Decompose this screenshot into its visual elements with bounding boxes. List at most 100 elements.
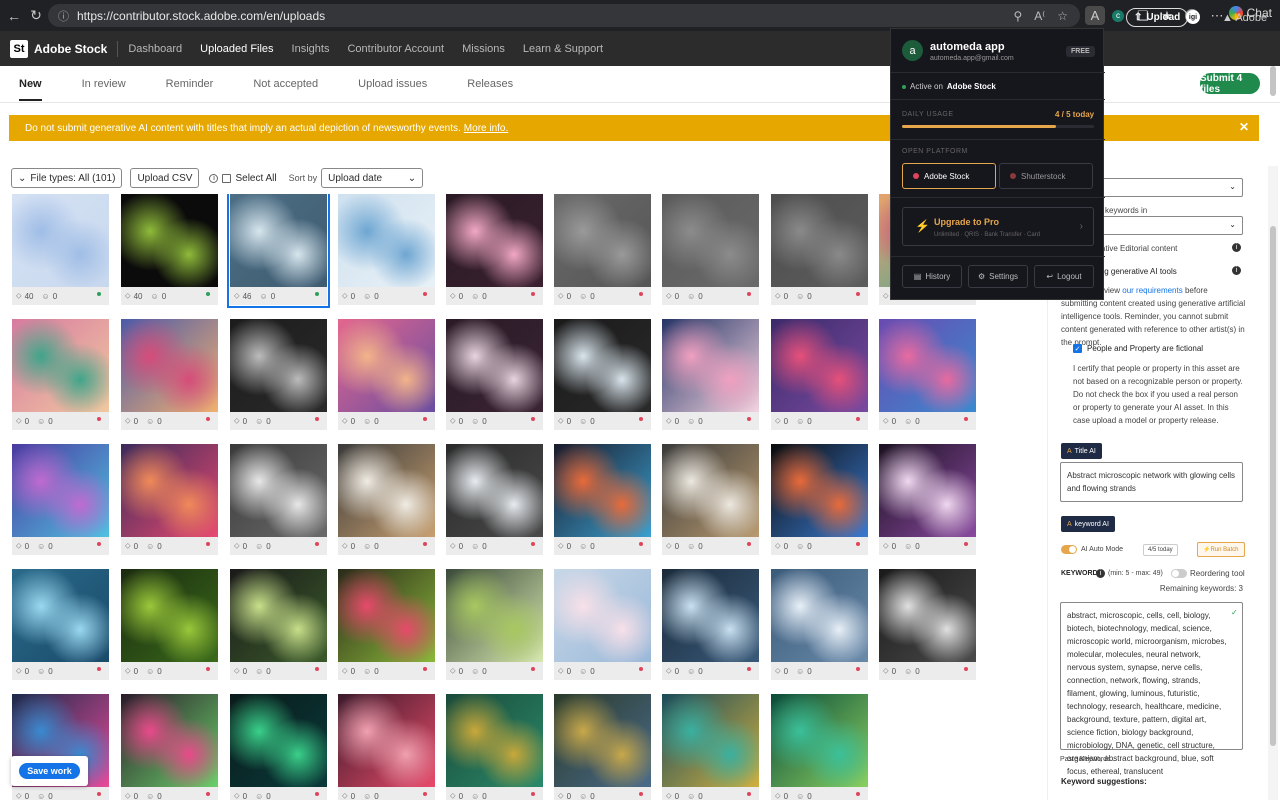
nav-insights[interactable]: Insights (292, 43, 330, 55)
upload-tile[interactable]: ⬦0☺0 (771, 194, 868, 305)
upgrade-to-pro-button[interactable]: ⚡ Upgrade to Pro Unlimited · QRIS · Bank… (902, 207, 1094, 246)
back-icon[interactable]: ← (3, 8, 25, 24)
upload-tile[interactable]: ⬦0☺0 (338, 319, 435, 430)
keywords-textarea[interactable]: abstract, microscopic, cells, cell, biol… (1060, 602, 1243, 776)
user-avatar[interactable]: igi (1186, 10, 1200, 24)
upload-tile[interactable]: ⬦ 46 ☺ 0 (227, 194, 330, 308)
upload-tile[interactable]: ⬦0☺0 (338, 194, 435, 305)
title-input[interactable]: Abstract microscopic network with glowin… (1060, 462, 1243, 502)
nav-learn-support[interactable]: Learn & Support (523, 43, 603, 55)
page-scrollbar[interactable] (1270, 66, 1278, 96)
upload-tile[interactable]: ⬦0☺0 (771, 569, 868, 680)
upload-tile[interactable]: ⬦0☺0 (554, 694, 651, 800)
tab-not-accepted[interactable]: Not accepted (253, 78, 318, 90)
info-icon[interactable]: i (1096, 569, 1105, 578)
read-aloud-icon[interactable]: A⁽ (1034, 9, 1045, 23)
upload-tile[interactable]: ⬦0☺0 (554, 569, 651, 680)
upload-tile[interactable]: ⬦0☺0 (338, 444, 435, 555)
upload-tile[interactable]: ⬦0☺0 (446, 194, 543, 305)
file-types-filter[interactable]: ⌄ File types: All (101) (11, 168, 123, 188)
status-dot (531, 792, 535, 796)
paste-keywords-link[interactable]: Paste Keywords... (1060, 753, 1116, 766)
upload-tile[interactable]: ⬦0☺0 (230, 444, 327, 555)
upload-tile[interactable]: ⬦0☺0 (230, 569, 327, 680)
upload-tile[interactable]: ⬦0☺0 (446, 694, 543, 800)
tab-releases[interactable]: Releases (467, 78, 513, 90)
upload-tile[interactable]: ⬦0☺0 (12, 444, 109, 555)
upload-tile[interactable]: ⬦0☺0 (554, 319, 651, 430)
zoom-icon[interactable]: ⚲ (1013, 9, 1022, 23)
upload-tile[interactable]: ⬦0☺0 (554, 444, 651, 555)
upload-tile[interactable]: ⬦0☺0 (446, 569, 543, 680)
upload-tile[interactable]: ⬦0☺0 (230, 694, 327, 800)
upload-tile[interactable]: ⬦0☺0 (554, 194, 651, 305)
platform-adobe-stock-button[interactable]: Adobe Stock (902, 163, 996, 189)
sort-select[interactable]: Upload date ⌄ (321, 168, 424, 188)
fictional-checkbox[interactable]: ✓ (1073, 344, 1082, 353)
save-work-button[interactable]: Save work (11, 756, 88, 786)
extension-c-icon[interactable]: c (1111, 6, 1125, 25)
submit-files-button[interactable]: Submit 4 files (1200, 73, 1260, 95)
upload-tile[interactable]: ⬦0☺0 (12, 319, 109, 430)
tab-upload-issues[interactable]: Upload issues (358, 78, 427, 90)
upload-tile[interactable]: ⬦0☺0 (446, 444, 543, 555)
brand-name[interactable]: Adobe Stock (34, 42, 107, 56)
upload-tile[interactable]: ⬦0☺0 (662, 194, 759, 305)
tile-meta: ⬦0☺0 (771, 537, 868, 555)
ai-auto-mode-toggle[interactable] (1061, 545, 1077, 554)
upload-tile[interactable]: ⬦0☺0 (662, 569, 759, 680)
nav-uploaded-files[interactable]: Uploaded Files (200, 43, 273, 55)
upload-tile[interactable]: ⬦0☺0 (446, 319, 543, 430)
upload-tile[interactable]: ⬦0☺0 (121, 569, 218, 680)
upload-tile[interactable]: ⬦0☺0 (879, 444, 976, 555)
requirements-link[interactable]: our requirements (1122, 286, 1182, 295)
tab-in-review[interactable]: In review (82, 78, 126, 90)
upload-tile[interactable]: ⬦0☺0 (338, 569, 435, 680)
logout-button[interactable]: ↩ Logout (1034, 265, 1094, 288)
platform-shutterstock-button[interactable]: Shutterstock (999, 163, 1093, 189)
keyword-ai-button[interactable]: Akeyword AI (1061, 516, 1115, 532)
upload-tile[interactable]: ⬦0☺0 (662, 319, 759, 430)
tab-new[interactable]: New (19, 78, 42, 101)
automeda-extension-icon[interactable]: A (1085, 6, 1105, 25)
info-icon[interactable]: i (1232, 243, 1241, 252)
nav-contributor-account[interactable]: Contributor Account (347, 43, 444, 55)
close-icon[interactable]: ✕ (1239, 120, 1249, 134)
upload-tile[interactable]: ⬦0☺0 (121, 694, 218, 800)
upload-tile[interactable]: ⬦ 40 ☺ 0 (121, 194, 218, 305)
upload-tile[interactable]: ⬦0☺0 (879, 569, 976, 680)
select-all-checkbox[interactable] (222, 173, 232, 183)
info-icon[interactable]: i (1232, 266, 1241, 275)
upload-button[interactable]: ⇧ Upload (1126, 8, 1189, 27)
history-button[interactable]: ▤ History (902, 265, 962, 288)
upload-tile[interactable]: ⬦0☺0 (662, 694, 759, 800)
upload-tile[interactable]: ⬦0☺0 (879, 319, 976, 430)
upload-csv-button[interactable]: Upload CSV (130, 168, 200, 188)
settings-button[interactable]: ⚙ Settings (968, 265, 1028, 288)
adobe-stock-logo[interactable]: St (10, 39, 28, 58)
upload-tile[interactable]: ⬦0☺0 (771, 694, 868, 800)
upload-tile[interactable]: ⬦0☺0 (662, 444, 759, 555)
reload-icon[interactable]: ↻ (25, 7, 47, 24)
nav-dashboard[interactable]: Dashboard (128, 43, 182, 55)
upload-tile[interactable]: ⬦0☺0 (771, 444, 868, 555)
upload-tile[interactable]: ⬦0☺0 (12, 569, 109, 680)
upload-tile[interactable]: ⬦0☺0 (771, 319, 868, 430)
reordering-toggle[interactable] (1171, 569, 1187, 578)
adobe-link[interactable]: ▲ Adobe (1222, 12, 1267, 24)
upload-tile[interactable]: ⬦0☺0 (230, 319, 327, 430)
info-icon[interactable]: i (209, 173, 219, 183)
address-bar[interactable]: ⓘ https://contributor.stock.adobe.com/en… (48, 4, 1080, 27)
tab-reminder[interactable]: Reminder (166, 78, 214, 90)
favorite-star-icon[interactable]: ☆ (1057, 9, 1068, 23)
nav-missions[interactable]: Missions (462, 43, 505, 55)
upload-tile[interactable]: ⬦0☺0 (121, 319, 218, 430)
site-info-icon[interactable]: ⓘ (58, 8, 69, 24)
upload-tile[interactable]: ⬦0☺0 (338, 694, 435, 800)
run-batch-button[interactable]: ⚡ Run Batch (1197, 542, 1245, 557)
upload-tile[interactable]: ⬦0☺0 (121, 444, 218, 555)
upload-tile[interactable]: ⬦ 40 ☺ 0 (12, 194, 109, 305)
title-ai-button[interactable]: A Title AI (1061, 443, 1102, 459)
banner-more-info-link[interactable]: More info. (464, 123, 508, 134)
panel-scrollbar[interactable] (1268, 166, 1278, 800)
